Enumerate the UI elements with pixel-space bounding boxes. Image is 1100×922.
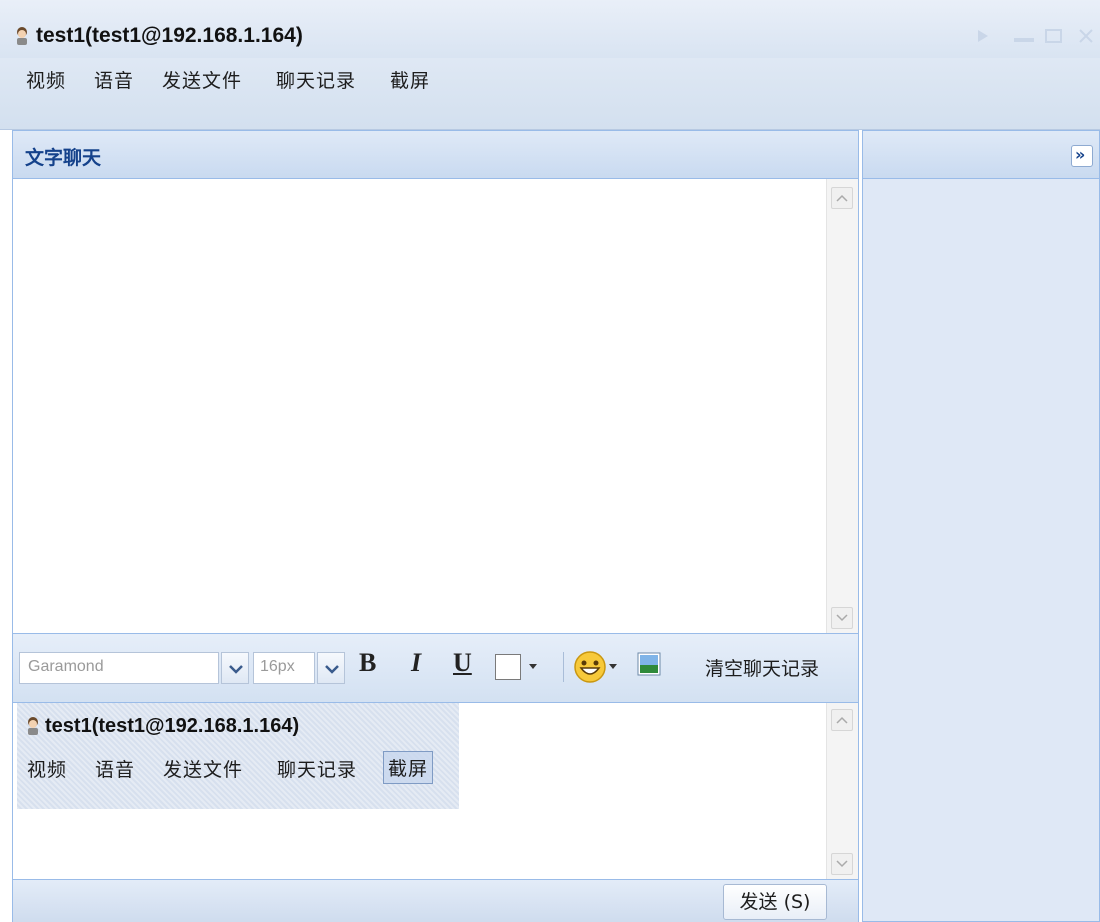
send-button[interactable]: 发送 (S) [723, 884, 827, 920]
pasted-menu-chat-history: 聊天记录 [277, 759, 358, 781]
menu-video[interactable]: 视频 [26, 66, 66, 93]
message-scrollbar[interactable] [826, 179, 858, 633]
font-size-select[interactable]: 16px [253, 652, 315, 684]
expand-button[interactable]: » [1071, 145, 1093, 167]
menu-bar: 视频 语音 发送文件 聊天记录 截屏 [0, 58, 1100, 130]
minimize-icon[interactable] [1012, 28, 1038, 44]
scroll-up-button[interactable] [831, 187, 853, 209]
scroll-up-button[interactable] [831, 709, 853, 731]
chat-panel: 文字聊天 Garamond 16px B I U 清空聊天记录 test1(te… [12, 130, 859, 922]
input-scrollbar[interactable] [826, 703, 858, 879]
font-family-value: Garamond [28, 658, 104, 675]
chat-panel-header: 文字聊天 [13, 131, 858, 179]
scroll-down-button[interactable] [831, 607, 853, 629]
chevron-down-icon [836, 860, 848, 868]
close-icon[interactable] [1076, 28, 1100, 44]
menu-send-file[interactable]: 发送文件 [162, 66, 242, 93]
pin-icon[interactable] [976, 28, 990, 44]
pasted-screenshot-image: test1(test1@192.168.1.164) 视频 语音 发送文件 聊天… [17, 703, 459, 809]
font-family-dropdown-button[interactable] [221, 652, 249, 684]
chevron-down-icon [325, 665, 339, 674]
clear-history-button[interactable]: 清空聊天记录 [705, 654, 819, 681]
emoji-icon[interactable] [573, 650, 607, 684]
italic-button[interactable]: I [411, 648, 421, 678]
pasted-screenshot-title: test1(test1@192.168.1.164) [45, 715, 300, 737]
message-history-area[interactable] [13, 179, 858, 633]
side-panel-header: » [863, 131, 1099, 179]
menu-chat-history[interactable]: 聊天记录 [276, 66, 356, 93]
chat-panel-title: 文字聊天 [25, 147, 102, 169]
bold-button[interactable]: B [359, 648, 376, 678]
font-color-button[interactable] [495, 654, 521, 680]
pasted-menu-video: 视频 [27, 759, 68, 781]
title-bar: test1(test1@192.168.1.164) [0, 0, 1100, 58]
font-size-value: 16px [260, 658, 295, 675]
user-avatar-icon [17, 27, 27, 45]
chevron-up-icon [836, 194, 848, 202]
user-avatar-icon [28, 717, 38, 735]
menu-screenshot[interactable]: 截屏 [390, 66, 430, 93]
chevron-down-icon [836, 614, 848, 622]
send-bar: 发送 (S) [13, 879, 858, 922]
double-chevron-right-icon: » [1075, 145, 1086, 164]
font-family-select[interactable]: Garamond [19, 652, 219, 684]
toolbar-separator [563, 652, 564, 682]
underline-button[interactable]: U [453, 648, 472, 678]
pasted-menu-voice: 语音 [95, 759, 136, 781]
chevron-down-icon [229, 665, 243, 674]
maximize-icon[interactable] [1044, 28, 1064, 44]
pasted-menu-screenshot: 截屏 [383, 751, 434, 784]
window-title: test1(test1@192.168.1.164) [36, 24, 303, 47]
chevron-up-icon [836, 716, 848, 724]
font-size-dropdown-button[interactable] [317, 652, 345, 684]
message-input-area[interactable]: test1(test1@192.168.1.164) 视频 语音 发送文件 聊天… [13, 703, 858, 879]
insert-image-icon[interactable] [637, 652, 661, 676]
pasted-menu-send-file: 发送文件 [163, 759, 244, 781]
scroll-down-button[interactable] [831, 853, 853, 875]
caret-down-icon[interactable] [529, 664, 537, 669]
menu-voice[interactable]: 语音 [94, 66, 134, 93]
caret-down-icon[interactable] [609, 664, 617, 669]
format-toolbar: Garamond 16px B I U 清空聊天记录 [13, 633, 858, 703]
side-panel: » [862, 130, 1100, 922]
